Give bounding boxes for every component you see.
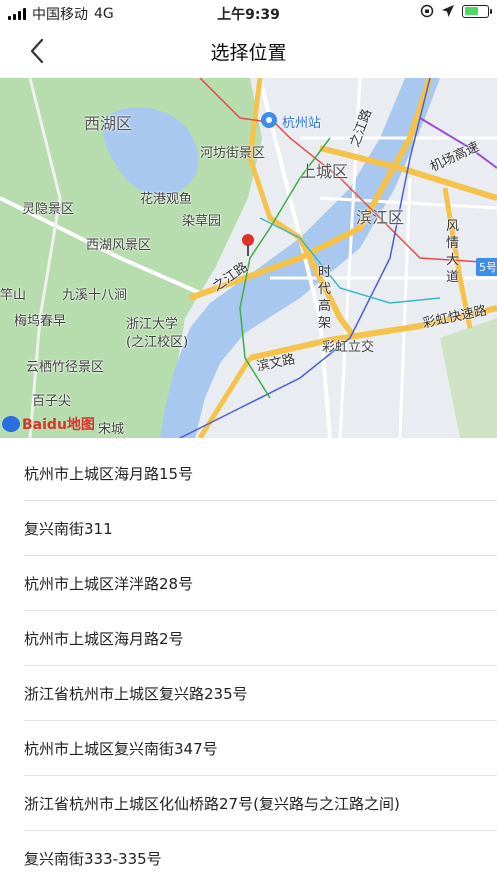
baidu-paw-icon <box>2 416 20 432</box>
address-label: 复兴南街333-335号 <box>24 850 162 868</box>
address-label: 浙江省杭州市上城区复兴路235号 <box>24 684 248 703</box>
map-label-baizijian: 百子尖 <box>32 394 72 409</box>
list-item[interactable]: 浙江省杭州市上城区化仙桥路27号(复兴路与之江路之间) <box>24 776 497 831</box>
list-item[interactable]: 复兴南街333-335号 <box>24 831 497 886</box>
list-item[interactable]: 杭州市上城区海月路15号 <box>24 446 497 501</box>
address-label: 杭州市上城区海月路2号 <box>24 629 184 648</box>
map-label-xihu-scenic: 西湖风景区 <box>86 238 152 253</box>
map-label-hefang-street: 河坊街景区 <box>200 146 266 161</box>
nav-bar: 选择位置 <box>0 26 497 78</box>
baidu-map-logo: Baidu地图 <box>2 414 95 434</box>
address-label: 杭州市上城区洋泮路28号 <box>24 574 194 593</box>
address-label: 杭州市上城区海月路15号 <box>24 464 194 483</box>
location-list: 杭州市上城区海月路15号 复兴南街311 杭州市上城区洋泮路28号 杭州市上城区… <box>0 446 497 886</box>
map-label-huagang: 花港观鱼 <box>140 192 193 207</box>
list-item[interactable]: 杭州市上城区复兴南街347号 <box>24 721 497 776</box>
address-label: 浙江省杭州市上城区化仙桥路27号(复兴路与之江路之间) <box>24 794 400 813</box>
map-label-lingyin: 灵隐景区 <box>22 202 75 217</box>
map-label-shangcheng: 上城区 <box>300 162 349 181</box>
list-item[interactable]: 浙江省杭州市上城区复兴路235号 <box>24 666 497 721</box>
location-arrow-icon <box>442 5 454 17</box>
map-canvas <box>0 78 497 438</box>
address-label: 杭州市上城区复兴南街347号 <box>24 739 218 758</box>
map-label-shidai-elevated: 时代高架 <box>318 265 332 331</box>
orientation-lock-icon <box>420 4 434 18</box>
map-label-caihong-interchange: 彩虹立交 <box>322 340 375 355</box>
list-item[interactable]: 杭州市上城区海月路2号 <box>24 611 497 666</box>
map-label-meiwu: 梅坞春早 <box>14 314 67 329</box>
list-item[interactable]: 复兴南街311 <box>24 501 497 556</box>
map-label-xihu-district: 西湖区 <box>84 114 133 133</box>
status-bar: 中国移动 4G 上午9:39 <box>0 0 497 26</box>
map-label-highway-5: 5号 <box>476 258 497 276</box>
map-label-fengqing-avenue: 风情大道 <box>446 219 460 285</box>
map-label-yunqi: 云栖竹径景区 <box>26 360 105 375</box>
map-label-jiuxi: 九溪十八涧 <box>62 288 128 303</box>
map-label-hangzhou-station: 杭州站 <box>282 116 322 131</box>
battery-icon <box>462 4 492 18</box>
status-right <box>420 4 492 18</box>
address-label: 复兴南街311 <box>24 519 113 538</box>
map-label-zju: 浙江大学 (之江校区) <box>126 317 189 350</box>
map-label-songcheng: 宋城 <box>98 422 125 437</box>
map-label-ganshan: 竿山 <box>0 288 27 303</box>
list-item[interactable]: 杭州市上城区洋泮路28号 <box>24 556 497 611</box>
page-title: 选择位置 <box>210 42 287 64</box>
map-label-binjiang: 滨江区 <box>356 208 405 227</box>
map-view[interactable]: 西湖区 杭州站 河坊街景区 上城区 之江路 机场高速 灵隐景区 花港观鱼 染草园… <box>0 78 497 438</box>
map-label-ranchaoyuan: 染草园 <box>182 214 222 229</box>
